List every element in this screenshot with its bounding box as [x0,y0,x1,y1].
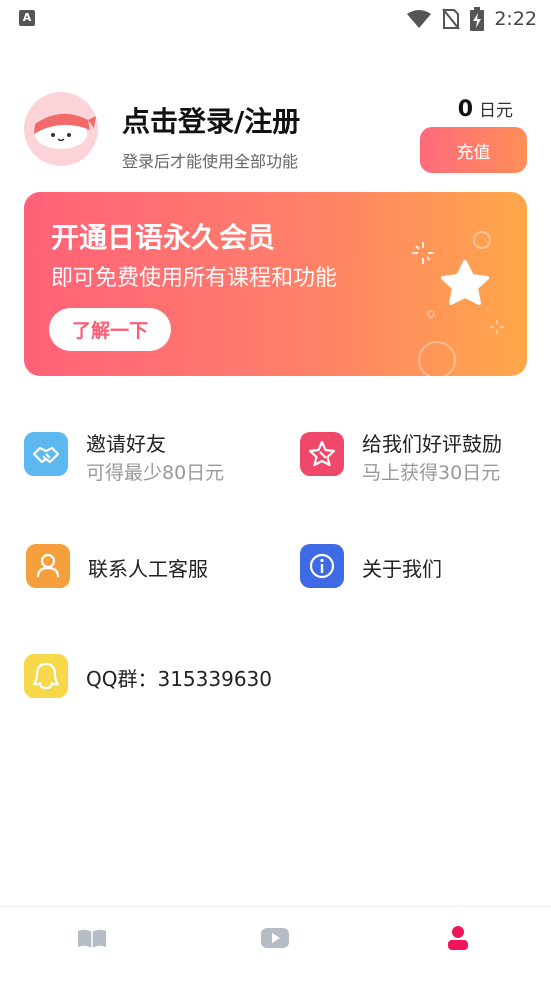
about-us-item[interactable]: 关于我们 [300,536,530,596]
balance-value: 0 [457,97,473,122]
tab-videos[interactable] [245,925,305,965]
info-icon [300,544,344,588]
invite-friends-subtitle: 可得最少80日元 [86,462,225,484]
learn-more-button[interactable]: 了解一下 [49,308,171,351]
vip-subtitle: 即可免费使用所有课程和功能 [51,266,338,291]
tab-courses[interactable] [62,925,122,965]
invite-friends-item[interactable]: 邀请好友 可得最少80日元 [24,424,274,484]
balance: 0 日元 [458,96,513,122]
star-decoration-icon [412,231,504,376]
avatar[interactable] [24,92,98,166]
rate-us-subtitle: 马上获得30日元 [362,462,501,484]
vip-title: 开通日语永久会员 [51,221,276,254]
login-hint: 登录后才能使用全部功能 [122,152,299,171]
qq-penguin-icon [24,654,68,698]
user-icon [448,926,468,950]
customer-service-item[interactable]: 联系人工客服 [26,536,276,596]
video-play-icon [261,928,289,948]
handshake-icon [24,432,68,476]
no-sim-icon [442,8,461,30]
wifi-icon [406,9,432,29]
customer-service-title: 联系人工客服 [88,557,208,581]
rate-us-title: 给我们好评鼓励 [362,432,502,456]
qq-group-text: QQ群：315339630 [86,667,273,691]
login-register-title[interactable]: 点击登录/注册 [122,100,300,140]
recharge-button[interactable]: 充值 [420,127,527,173]
status-time: 2:22 [494,8,537,30]
person-icon [26,544,70,588]
qq-group-item[interactable]: QQ群：315339630 [24,646,324,706]
balance-unit: 日元 [479,101,513,121]
rate-us-item[interactable]: 给我们好评鼓励 马上获得30日元 [300,424,530,484]
tab-profile[interactable] [428,925,488,965]
profile-header: 点击登录/注册 登录后才能使用全部功能 0 日元 充值 [24,92,527,174]
about-us-title: 关于我们 [362,557,442,581]
app-notification-icon: A [19,10,35,26]
star-icon [300,432,344,476]
status-bar: A 2:22 [0,0,551,38]
battery-charging-icon [470,7,485,31]
book-icon [78,929,106,948]
bottom-tab-bar [0,906,551,982]
invite-friends-title: 邀请好友 [86,432,166,456]
vip-banner[interactable]: 开通日语永久会员 即可免费使用所有课程和功能 了解一下 [24,192,527,376]
